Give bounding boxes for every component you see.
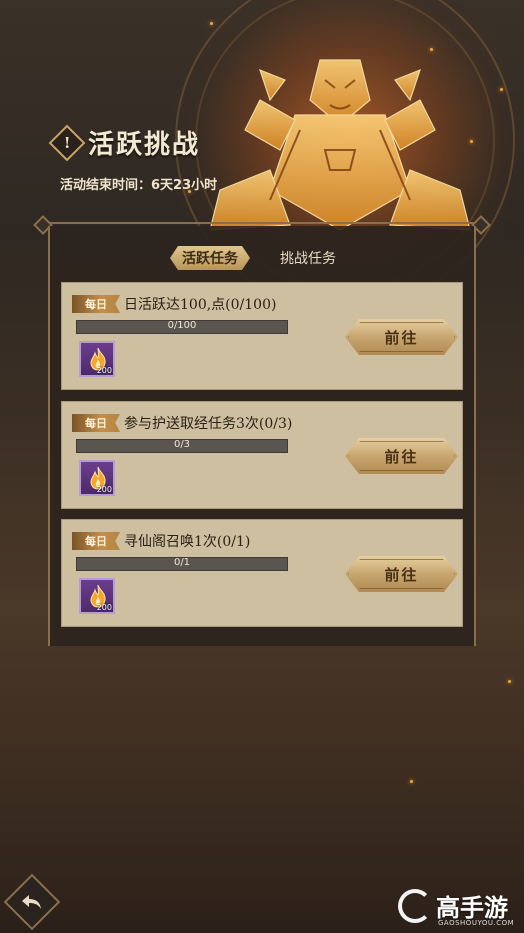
- reward-item[interactable]: 200: [79, 341, 115, 377]
- daily-badge: 每日: [72, 295, 120, 313]
- go-button[interactable]: 前往: [345, 438, 458, 474]
- reward-quantity: 200: [96, 366, 112, 375]
- progress-text: 0/1: [173, 557, 191, 568]
- alert-diamond-icon: !: [48, 124, 86, 161]
- reward-quantity: 200: [96, 603, 112, 612]
- watermark-logo-icon: [398, 888, 432, 923]
- back-arrow-icon: [21, 895, 41, 909]
- task-card: 每日 参与护送取经任务3次(0/3) 0/3 200 前往: [61, 401, 463, 509]
- page-title: 活跃挑战: [88, 130, 201, 160]
- daily-badge: 每日: [72, 414, 120, 432]
- watermark: 高手游: [398, 888, 508, 923]
- task-card: 每日 寻仙阁召唤1次(0/1) 0/1 200 前往: [61, 519, 463, 627]
- task-name: 参与护送取经任务3次(0/3): [124, 416, 293, 432]
- progress-bar: 0/100: [76, 320, 288, 334]
- alert-symbol: !: [63, 133, 71, 152]
- task-name: 寻仙阁召唤1次(0/1): [124, 534, 251, 550]
- task-card: 每日 日活跃达100,点(0/100) 0/100 200 前往: [61, 282, 463, 390]
- progress-bar: 0/1: [76, 557, 288, 571]
- tab-active-tasks[interactable]: 活跃任务: [170, 246, 250, 270]
- event-end-time: 活动结束时间：6天23小时: [60, 178, 218, 193]
- watermark-subtext: GAOSHOUYOU.COM: [438, 919, 515, 927]
- progress-text: 0/3: [173, 439, 191, 450]
- task-tabs: 活跃任务 挑战任务: [170, 246, 336, 270]
- daily-badge: 每日: [72, 532, 120, 550]
- task-name: 日活跃达100,点(0/100): [124, 297, 277, 313]
- reward-quantity: 200: [96, 485, 112, 494]
- reward-item[interactable]: 200: [79, 578, 115, 614]
- back-button[interactable]: [3, 873, 61, 931]
- progress-bar: 0/3: [76, 439, 288, 453]
- page-header: ! 活跃挑战: [48, 124, 201, 161]
- guardian-figure: [209, 59, 471, 231]
- watermark-text: 高手游: [436, 894, 508, 922]
- go-button[interactable]: 前往: [345, 556, 458, 592]
- reward-item[interactable]: 200: [79, 460, 115, 496]
- progress-text: 0/100: [167, 320, 197, 331]
- go-button[interactable]: 前往: [345, 319, 458, 355]
- tab-challenge-tasks[interactable]: 挑战任务: [280, 248, 336, 268]
